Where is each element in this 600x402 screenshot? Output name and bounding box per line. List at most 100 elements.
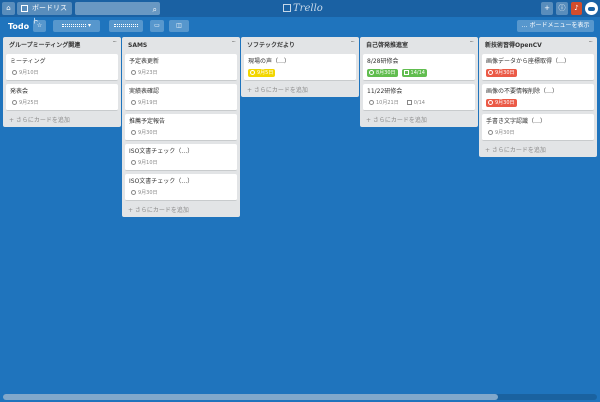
search-icon: ⌕ <box>152 5 157 14</box>
card-title: 予定表更新 <box>129 58 160 65</box>
clock-icon <box>488 130 493 135</box>
card[interactable]: 画像の不要情報削除（…） 9月30日 <box>482 84 594 111</box>
add-card-button[interactable]: + さらにカードを追加 <box>3 114 121 127</box>
due-date: 9月5日 <box>257 69 274 76</box>
due-date-badge: 9月30日 <box>486 129 517 137</box>
horizontal-scrollbar[interactable] <box>3 394 597 400</box>
due-date-badge: 9月30日 <box>129 189 160 197</box>
list-menu-icon[interactable]: ··· <box>231 38 236 46</box>
team-label-redacted <box>62 24 87 27</box>
avatar[interactable] <box>585 2 598 15</box>
card[interactable]: 推薦予定報告 9月30日 <box>125 114 237 141</box>
due-date-badge: 8月30日 <box>367 68 398 77</box>
due-date-badge: 9月30日 <box>486 68 517 77</box>
checklist-badge: 0/14 <box>405 99 427 107</box>
add-button[interactable]: + <box>541 2 553 15</box>
list: 新技術習得OpenCV ··· 画像データから座標取得（…） 9月30日 画像の… <box>479 37 597 157</box>
clock-icon <box>488 100 493 105</box>
list-header[interactable]: グループミーティング関連 ··· <box>3 37 121 54</box>
clock-icon <box>131 70 136 75</box>
card[interactable]: ミーティング 9月10日 <box>6 54 118 81</box>
list-menu-icon[interactable]: ··· <box>112 38 117 46</box>
due-date-badge: 9月30日 <box>486 98 517 107</box>
boards-button[interactable]: ボードリスト <box>17 2 72 25</box>
due-date-badge: 10月21日 <box>367 99 401 107</box>
info-button[interactable]: ⓘ <box>556 2 568 15</box>
list-header[interactable]: 新技術習得OpenCV ··· <box>479 37 597 54</box>
card[interactable]: 現場の声（…） 9月5日 <box>244 54 356 81</box>
card-title: ISO文書チェック（…） <box>129 148 194 155</box>
list-title: 自己啓発推進室 <box>366 42 409 49</box>
card-title: 推薦予定報告 <box>129 118 166 125</box>
list-title: SAMS <box>128 42 148 49</box>
info-icon: ⓘ <box>558 4 566 12</box>
list-header[interactable]: ソフテックだより ··· <box>241 37 359 54</box>
list-header[interactable]: 自己啓発推進室 ··· <box>360 37 478 54</box>
card[interactable]: ISO文書チェック（…） 9月30日 <box>125 174 237 201</box>
visibility-button[interactable] <box>109 20 143 32</box>
screenshot-button[interactable]: ◫ <box>169 20 189 32</box>
list-header[interactable]: SAMS ··· <box>122 37 240 54</box>
card-title: 現場の声（…） <box>248 58 291 65</box>
checklist-count: 0/14 <box>413 99 425 106</box>
board-header: Todo ☆ ▾ ▭ ◫ … ボードメニューを表示 <box>0 17 600 36</box>
due-date: 9月10日 <box>19 69 39 76</box>
logo-text: Trello <box>293 3 323 14</box>
card[interactable]: 実績表確認 9月19日 <box>125 84 237 111</box>
due-date-badge: 9月23日 <box>129 69 160 77</box>
board-icon <box>21 5 28 12</box>
due-date-badge: 9月19日 <box>129 99 160 107</box>
add-card-button[interactable]: + さらにカードを追加 <box>241 84 359 97</box>
card[interactable]: ISO文書チェック（…） 9月10日 <box>125 144 237 171</box>
card[interactable]: 画像データから座標取得（…） 9月30日 <box>482 54 594 81</box>
list-menu-icon[interactable]: ··· <box>350 38 355 46</box>
due-date-badge: 9月10日 <box>10 69 41 77</box>
plus-icon: + <box>544 4 550 12</box>
list-menu-icon[interactable]: ··· <box>588 38 593 46</box>
clock-icon <box>250 70 255 75</box>
due-date: 9月25日 <box>19 99 39 106</box>
show-menu-label: ボードメニューを表示 <box>529 22 590 29</box>
trello-logo[interactable]: Trello <box>283 2 323 15</box>
due-date: 9月30日 <box>138 189 158 196</box>
card-title: 画像の不要情報削除（…） <box>486 88 559 95</box>
camera-icon: ◫ <box>176 22 182 29</box>
home-icon: ⌂ <box>6 4 11 12</box>
due-date-badge: 9月10日 <box>129 159 160 167</box>
notifications-button[interactable]: ♪ <box>571 2 582 15</box>
due-date: 9月30日 <box>138 129 158 136</box>
board-title[interactable]: Todo <box>8 21 29 32</box>
trello-logo-icon <box>283 4 291 12</box>
clock-icon <box>488 70 493 75</box>
clock-icon <box>131 100 136 105</box>
list-menu-icon[interactable]: ··· <box>469 38 474 46</box>
team-button[interactable]: ▾ <box>53 20 100 32</box>
list: ソフテックだより ··· 現場の声（…） 9月5日 + さらにカードを追加 <box>241 37 359 97</box>
clock-icon <box>12 100 17 105</box>
card[interactable]: 手書き文字認識（…） 9月30日 <box>482 114 594 141</box>
add-card-button[interactable]: + さらにカードを追加 <box>360 114 478 127</box>
due-date: 8月30日 <box>376 69 396 76</box>
card-title: 手書き文字認識（…） <box>486 118 547 125</box>
card[interactable]: 11/22研修会 10月21日 0/14 <box>363 84 475 111</box>
show-menu-button[interactable]: … ボードメニューを表示 <box>517 20 594 32</box>
checklist-badge: 14/14 <box>401 68 427 77</box>
star-button[interactable]: ☆ <box>33 20 46 32</box>
card[interactable]: 8/28研修会 8月30日 14/14 <box>363 54 475 81</box>
card-title: 発表会 <box>10 88 29 95</box>
add-card-button[interactable]: + さらにカードを追加 <box>122 204 240 217</box>
home-button[interactable]: ⌂ <box>2 2 15 15</box>
card-title: ミーティング <box>10 58 46 65</box>
card[interactable]: 発表会 9月25日 <box>6 84 118 111</box>
add-card-button[interactable]: + さらにカードを追加 <box>479 144 597 157</box>
card[interactable]: 予定表更新 9月23日 <box>125 54 237 81</box>
card-title: ISO文書チェック（…） <box>129 178 194 185</box>
scrollbar-thumb[interactable] <box>3 394 498 400</box>
list: 自己啓発推進室 ··· 8/28研修会 8月30日 14/14 11/22研修会… <box>360 37 478 127</box>
due-date: 10月21日 <box>376 99 399 106</box>
top-bar: ⌂ ボードリスト ⌕ Trello + ⓘ ♪ <box>0 0 600 25</box>
printer-icon: ▭ <box>154 22 160 29</box>
print-button[interactable]: ▭ <box>150 20 164 32</box>
search-input[interactable]: ⌕ <box>75 2 160 15</box>
due-date-badge: 9月30日 <box>129 129 160 137</box>
